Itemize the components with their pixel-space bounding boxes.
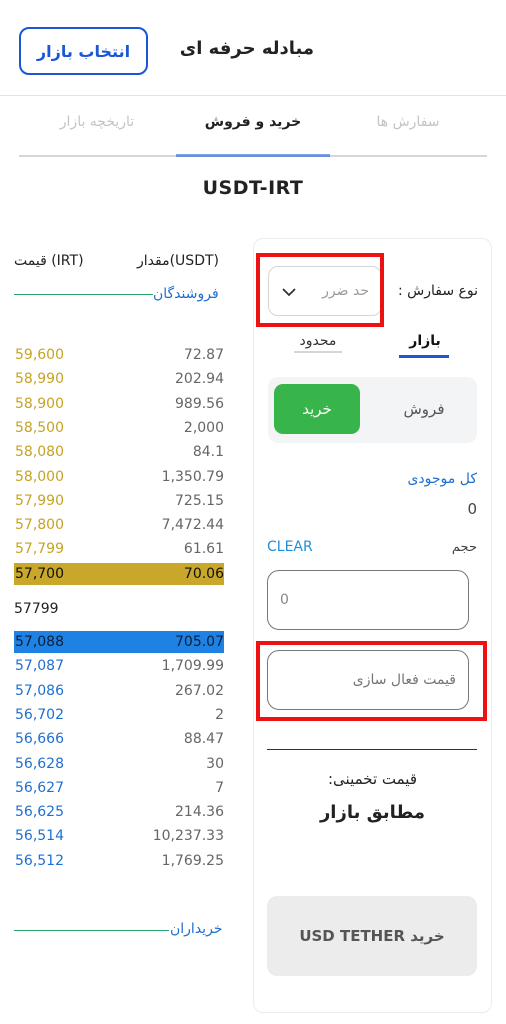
ask-row[interactable]: 58,900 989.56 xyxy=(14,393,224,415)
bid-amount: 214.36 xyxy=(175,804,224,821)
tab-active-indicator xyxy=(176,154,330,157)
bid-price: 56,512 xyxy=(15,852,64,869)
highlight-box-trigger-price xyxy=(256,641,487,721)
ask-amount: 84.1 xyxy=(192,444,224,461)
bid-price: 57,086 xyxy=(15,682,64,699)
ask-amount: 1,350.79 xyxy=(161,468,224,485)
ask-row[interactable]: 57,800 7,472.44 xyxy=(14,514,224,536)
ask-row[interactable]: 57,700 70.06 xyxy=(14,562,224,585)
tab-buy-sell[interactable]: خرید و فروش xyxy=(175,114,331,130)
market-tab-indicator xyxy=(399,355,449,358)
ask-row[interactable]: 58,080 84.1 xyxy=(14,441,224,463)
ask-amount: 725.15 xyxy=(175,492,224,509)
limit-tab-indicator xyxy=(294,351,342,353)
market-pair-title: USDT-IRT xyxy=(202,177,304,199)
bid-amount: 30 xyxy=(206,755,224,772)
buy-side-button[interactable]: خرید xyxy=(274,384,360,434)
bid-price: 56,625 xyxy=(15,804,64,821)
ask-price: 57,800 xyxy=(15,517,64,534)
ask-amount: 989.56 xyxy=(175,395,224,412)
bid-row[interactable]: 56,628 30 xyxy=(14,753,224,775)
sell-side-button[interactable]: فروش xyxy=(376,384,472,434)
ask-row[interactable]: 57,799 61.61 xyxy=(14,538,224,560)
bid-row[interactable]: 56,512 1,769.25 xyxy=(14,850,224,872)
tab-market-history[interactable]: تاریخچه بازار xyxy=(19,114,175,130)
bid-row[interactable]: 57,086 267.02 xyxy=(14,680,224,702)
last-price: 57799 xyxy=(14,601,59,617)
order-type-label: نوع سفارش : xyxy=(397,283,478,299)
bid-row[interactable]: 56,666 88.47 xyxy=(14,728,224,750)
ask-price: 58,900 xyxy=(15,395,64,412)
ask-price: 59,600 xyxy=(15,347,64,363)
bid-amount: 2 xyxy=(215,706,224,723)
ask-price: 57,700 xyxy=(15,565,64,582)
ask-price: 57,990 xyxy=(15,492,64,509)
buyers-divider xyxy=(14,930,169,931)
bid-amount: 1,769.25 xyxy=(161,852,224,869)
bid-amount: 10,237.33 xyxy=(152,828,224,845)
tab-limit-order[interactable]: محدود xyxy=(292,333,344,349)
price-column-header: قیمت (IRT) xyxy=(14,253,84,269)
bid-price: 57,088 xyxy=(15,634,64,650)
ask-row[interactable]: 58,990 202.94 xyxy=(14,368,224,390)
submit-buy-button[interactable]: خرید USD TETHER xyxy=(267,896,477,976)
ask-price: 58,990 xyxy=(15,371,64,388)
ask-price: 58,500 xyxy=(15,419,64,436)
ask-row[interactable]: 58,000 1,350.79 xyxy=(14,466,224,488)
ask-amount: 61.61 xyxy=(183,541,224,558)
clear-button[interactable]: CLEAR xyxy=(267,539,313,555)
bid-price: 57,087 xyxy=(15,658,64,675)
volume-label: حجم xyxy=(451,540,477,555)
ask-amount: 70.06 xyxy=(183,565,224,582)
form-divider xyxy=(267,749,477,750)
sellers-divider xyxy=(14,294,153,295)
bid-amount: 7 xyxy=(215,779,224,796)
bid-row[interactable]: 57,088 705.07 xyxy=(14,631,224,653)
sellers-label: فروشندگان xyxy=(153,286,219,302)
bid-price: 56,666 xyxy=(15,731,64,748)
bid-row[interactable]: 56,625 214.36 xyxy=(14,801,224,823)
ask-amount: 202.94 xyxy=(175,371,224,388)
ask-amount: 72.87 xyxy=(183,347,224,363)
ask-price: 58,080 xyxy=(15,444,64,461)
highlight-box-order-type xyxy=(256,253,384,327)
ask-price: 57,799 xyxy=(15,541,64,558)
ask-row[interactable]: 59,600 72.87 xyxy=(14,344,224,366)
bid-row[interactable]: 56,702 2 xyxy=(14,704,224,726)
bid-amount: 1,709.99 xyxy=(161,658,224,675)
bid-amount: 88.47 xyxy=(183,731,224,748)
bid-price: 56,627 xyxy=(15,779,64,796)
bid-amount: 705.07 xyxy=(175,634,224,650)
header-divider xyxy=(0,95,506,96)
tab-market-order[interactable]: بازار xyxy=(400,333,450,349)
bid-price: 56,702 xyxy=(15,706,64,723)
ask-amount: 2,000 xyxy=(183,419,224,436)
bid-price: 56,514 xyxy=(15,828,64,845)
ask-row[interactable]: 57,990 725.15 xyxy=(14,490,224,512)
buyers-label: خریداران xyxy=(170,921,223,937)
ask-row[interactable]: 58,500 2,000 xyxy=(14,417,224,439)
ask-price: 58,000 xyxy=(15,468,64,485)
estimated-price-label: قیمت تخمینی: xyxy=(327,770,417,788)
estimated-price-value: مطابق بازار xyxy=(319,802,426,823)
ask-amount: 7,472.44 xyxy=(161,517,224,534)
bid-row[interactable]: 56,514 10,237.33 xyxy=(14,825,224,847)
balance-value: 0 xyxy=(467,500,477,518)
balance-label[interactable]: کل موجودی xyxy=(407,471,477,487)
bid-row[interactable]: 57,087 1,709.99 xyxy=(14,655,224,677)
amount-column-header: مقدار(USDT) xyxy=(137,253,219,269)
bid-row[interactable]: 56,627 7 xyxy=(14,777,224,799)
tab-orders[interactable]: سفارش ها xyxy=(330,114,486,130)
bid-amount: 267.02 xyxy=(175,682,224,699)
select-market-button[interactable]: انتخاب بازار xyxy=(19,27,148,75)
page-title: مبادله حرفه ای xyxy=(179,38,314,59)
bid-price: 56,628 xyxy=(15,755,64,772)
volume-input[interactable] xyxy=(267,570,469,630)
